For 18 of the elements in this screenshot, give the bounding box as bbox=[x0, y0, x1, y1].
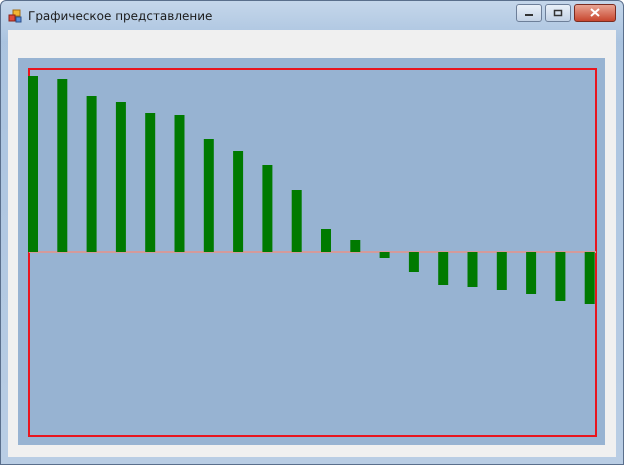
close-icon bbox=[590, 8, 600, 17]
bar bbox=[526, 252, 536, 294]
minimize-button[interactable] bbox=[516, 4, 542, 22]
bar bbox=[321, 229, 331, 252]
bar bbox=[350, 240, 360, 252]
bar bbox=[438, 252, 448, 285]
bar bbox=[380, 252, 390, 258]
maximize-icon bbox=[553, 8, 563, 16]
bar bbox=[292, 190, 302, 252]
window-title: Графическое представление bbox=[28, 8, 214, 22]
close-button[interactable] bbox=[574, 4, 616, 22]
bar bbox=[555, 252, 566, 301]
bar bbox=[468, 252, 478, 287]
bar bbox=[408, 252, 419, 272]
app-icon bbox=[8, 8, 22, 22]
bar bbox=[496, 252, 507, 290]
bar bbox=[584, 252, 595, 304]
maximize-button[interactable] bbox=[545, 4, 571, 22]
